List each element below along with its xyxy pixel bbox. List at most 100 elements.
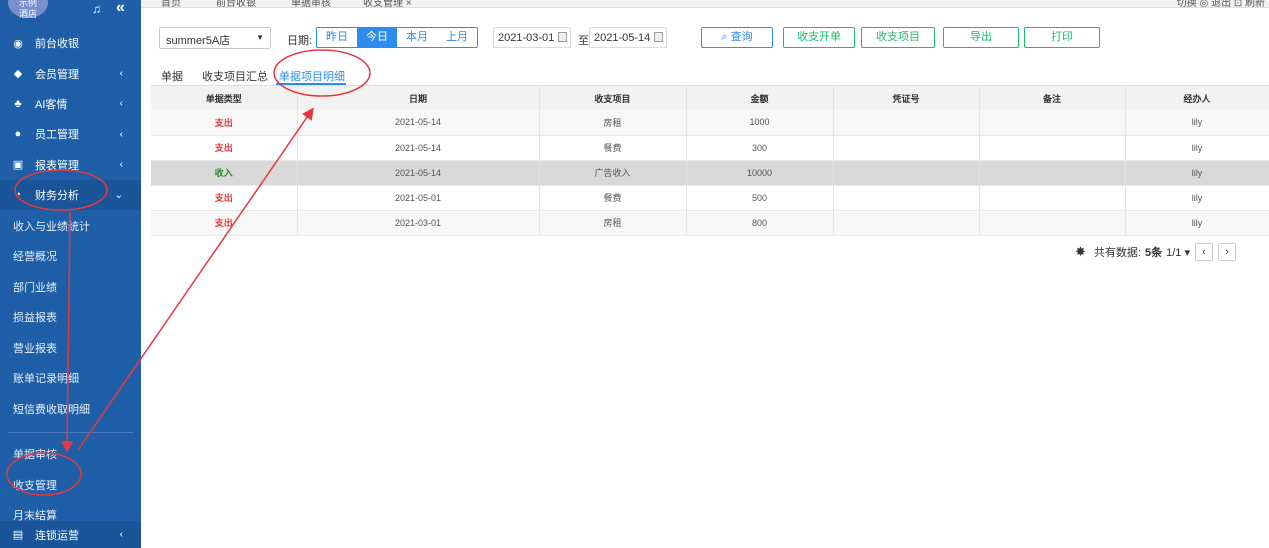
table-cell: 支出 [151, 185, 298, 210]
pie-chart-icon: ◔ [14, 189, 22, 202]
table-header-cell: 金额 [686, 86, 834, 110]
next-page-button[interactable]: › [1217, 243, 1236, 261]
create-bill-button[interactable]: 收支开单 [783, 27, 855, 48]
monitor-icon: ▣ [12, 159, 24, 172]
table-cell [833, 160, 980, 185]
top-right-actions[interactable]: 切换 ◎ 退出 ⊡ 刷新 [1177, 0, 1265, 7]
table-header-cell: 经办人 [1125, 86, 1269, 110]
table-cell: 收入 [151, 160, 298, 185]
table-cell: 支出 [151, 110, 298, 135]
detail-table: 单据类型 日期 收支项目 金额 凭证号 备注 经办人 支出 2021-05-14 房租 1000 l… [151, 86, 1269, 236]
tab-home[interactable]: 首页 [161, 0, 181, 7]
sidebar-item[interactable]: ◔ 财务分析 ⌄ [0, 179, 141, 211]
caret-down-icon: ▼ [256, 33, 264, 42]
chevron-icon: ‹ [119, 159, 123, 171]
items-button[interactable]: 收支项目 [861, 27, 935, 48]
finance-submenu: 收入与业绩统计 经营概况 部门业绩 损益报表 营业报表 账单记录明细 短信费收取明细 [0, 210, 141, 424]
sidebar-item-chain[interactable]: ▤ 连锁运营 ‹ [0, 521, 141, 548]
building-icon: ▤ [12, 529, 24, 541]
table-cell: lily [1125, 135, 1269, 160]
table-cell: 2021-05-01 [297, 185, 540, 210]
table-cell: 1000 [686, 110, 834, 135]
table-header-cell: 凭证号 [833, 86, 980, 110]
chevron-left-icon: ‹ [119, 529, 123, 540]
table-cell [979, 185, 1126, 210]
table-cell: 房租 [539, 110, 687, 135]
app-window: 示例 酒店 ♫ « ◉ 前台收银 ◆ 会员管理 ‹ ♣ AI客情 ‹ ● 员工管理 ‹ ▣ 报表管理 ‹ ◔ 财… [0, 0, 1269, 548]
store-select-value: summer5A店 [166, 35, 231, 47]
table-cell: 2021-03-01 [297, 210, 540, 235]
sidebar-item[interactable]: ▣ 报表管理 ‹ [0, 150, 141, 180]
users-icon: ♣ [14, 97, 22, 110]
subtab-item-summary[interactable]: 收支项目汇总 [202, 68, 268, 84]
sidebar-item-chain-row[interactable]: ▤ 连锁运营 ‹ [0, 521, 141, 548]
sidebar-item[interactable]: ♣ AI客情 ‹ [0, 89, 141, 119]
sidebar-item-label: 连锁运营 [35, 529, 79, 542]
date-to-value: 2021-05-14 [594, 32, 651, 44]
search-icon: ⌕ [721, 31, 728, 43]
date-segment-button[interactable]: 本月 [397, 28, 437, 47]
submenu-item[interactable]: 损益报表 [0, 302, 141, 333]
table-cell [833, 110, 980, 135]
date-from-input[interactable]: 2021-03-01 [493, 27, 571, 48]
cash-register-icon: ◉ [13, 37, 23, 50]
subtab-bills[interactable]: 单据 [161, 68, 183, 84]
sidebar-item[interactable]: ● 员工管理 ‹ [0, 119, 141, 149]
table-row[interactable]: 支出 2021-03-01 房租 800 lily [151, 210, 1269, 235]
prev-page-button[interactable]: ‹ [1194, 243, 1213, 261]
sidebar-item-label: 员工管理 [35, 129, 79, 142]
submenu-item[interactable]: 账单记录明细 [0, 363, 141, 394]
submenu-item[interactable]: 经营概况 [0, 241, 141, 272]
submenu-item[interactable]: 短信费收取明细 [0, 393, 141, 424]
date-to-input[interactable]: 2021-05-14 [589, 27, 667, 48]
page-indicator[interactable]: 1/1 ▾ [1166, 246, 1190, 259]
table-row[interactable]: 收入 2021-05-14 广告收入 10000 lily [151, 160, 1269, 185]
sidebar-header: 示例 酒店 ♫ « [0, 0, 141, 22]
date-range-separator: 至 [578, 35, 589, 47]
table-cell [833, 185, 980, 210]
chevron-icon: ‹ [119, 98, 123, 110]
print-button[interactable]: 打印 [1024, 27, 1100, 48]
date-segment-button[interactable]: 上月 [437, 28, 477, 47]
sidebar-menu: ◉ 前台收银 ◆ 会员管理 ‹ ♣ AI客情 ‹ ● 员工管理 ‹ ▣ 报表管理 ‹ ◔ 财务分析 ⌄ [0, 28, 141, 211]
store-select[interactable]: summer5A店 ▼ [159, 27, 271, 49]
tab-income-expense[interactable]: 收支管理 × [363, 0, 412, 7]
collapse-sidebar-icon[interactable]: « [116, 0, 125, 17]
table-header-cell: 日期 [297, 86, 540, 110]
bell-icon[interactable]: ♫ [92, 2, 101, 16]
user-icon: ● [14, 128, 22, 141]
table-cell: 300 [686, 135, 834, 160]
table-cell: 房租 [539, 210, 687, 235]
table-cell: 2021-05-14 [297, 135, 540, 160]
table-cell: 餐费 [539, 135, 687, 160]
table-row[interactable]: 支出 2021-05-01 餐费 500 lily [151, 185, 1269, 210]
sidebar-item-label: 前台收银 [35, 38, 79, 51]
table-cell [979, 110, 1126, 135]
table-row[interactable]: 支出 2021-05-14 餐费 300 lily [151, 135, 1269, 160]
table-header-cell: 收支项目 [539, 86, 687, 110]
submenu-item[interactable]: 营业报表 [0, 332, 141, 363]
submenu-item[interactable]: 收入与业绩统计 [0, 210, 141, 241]
search-button[interactable]: ⌕ 查询 [701, 27, 773, 48]
submenu-item[interactable]: 部门业绩 [0, 271, 141, 302]
gear-icon[interactable]: ✸ [1075, 244, 1086, 260]
table-cell [979, 160, 1126, 185]
tab-audit[interactable]: 单据审核 [291, 0, 331, 7]
finance-submenu-2: 单据审核 收支管理 月末结算 [0, 439, 141, 531]
submenu-item[interactable]: 单据审核 [0, 439, 141, 470]
table-row[interactable]: 支出 2021-05-14 房租 1000 lily [151, 110, 1269, 135]
table-header-row: 单据类型 日期 收支项目 金额 凭证号 备注 经办人 [151, 86, 1269, 110]
tab-front-desk[interactable]: 前台收银 [216, 0, 256, 7]
table-cell: lily [1125, 210, 1269, 235]
table-cell: lily [1125, 185, 1269, 210]
date-segment-button[interactable]: 昨日 [317, 28, 357, 47]
date-label: 日期: [287, 35, 313, 47]
export-button[interactable]: 导出 [943, 27, 1019, 48]
submenu-item[interactable]: 收支管理 [0, 469, 141, 500]
date-segment-button[interactable]: 今日 [357, 28, 397, 47]
subtab-item-detail[interactable]: 单据项目明细 [279, 68, 345, 84]
sidebar-item-label: 财务分析 [35, 190, 79, 203]
sidebar-item[interactable]: ◉ 前台收银 [0, 28, 141, 58]
sidebar-item-label: 报表管理 [35, 159, 79, 172]
table-cell [833, 135, 980, 160]
